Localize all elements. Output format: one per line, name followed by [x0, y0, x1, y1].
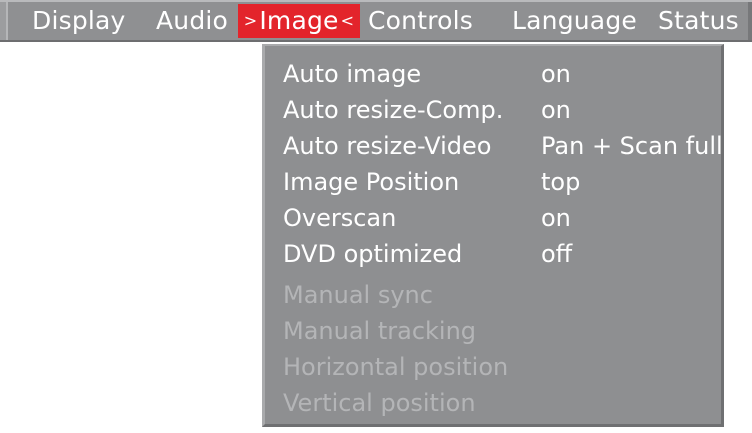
menu-item-label: Auto resize-Video: [283, 132, 492, 160]
tab-display[interactable]: Display: [32, 2, 126, 40]
menu-item-label: Manual sync: [283, 281, 433, 309]
menu-item-label: Horizontal position: [283, 353, 509, 381]
menu-bar-right-edge: [748, 2, 752, 40]
menu-item-label: Manual tracking: [283, 317, 477, 345]
tab-controls-label: Controls: [368, 6, 473, 35]
menu-item-value: top: [541, 168, 581, 196]
tab-audio-label: Audio: [156, 6, 229, 35]
menu-bar: Display Audio >Image < Controls Language …: [0, 0, 752, 42]
image-menu-dropdown: Auto image on Auto resize-Comp. on Auto …: [262, 44, 724, 427]
menu-item-label: Auto resize-Comp.: [283, 96, 504, 124]
menu-item-value: on: [541, 96, 571, 124]
menu-item-label: Overscan: [283, 204, 397, 232]
tab-language[interactable]: Language: [512, 2, 637, 40]
menu-item-label: Image Position: [283, 168, 460, 196]
menu-item-value: off: [541, 240, 573, 268]
tab-controls[interactable]: Controls: [368, 2, 473, 40]
menu-bar-left-edge: [0, 2, 8, 40]
tab-image[interactable]: >Image <: [238, 4, 360, 38]
tab-language-label: Language: [512, 6, 637, 35]
tab-audio[interactable]: Audio: [156, 2, 228, 40]
menu-item-value: on: [541, 204, 571, 232]
menu-item-value: Pan + Scan full: [541, 132, 723, 160]
menu-item-label: Vertical position: [283, 389, 476, 417]
menu-item-label: Auto image: [283, 60, 422, 88]
tab-status[interactable]: Status: [658, 2, 739, 40]
tab-status-label: Status: [658, 6, 739, 35]
tab-display-label: Display: [32, 6, 126, 35]
selection-marker-right-icon: <: [340, 11, 355, 30]
selection-marker-left-icon: >: [243, 11, 258, 30]
tab-image-label: Image: [259, 6, 339, 35]
menu-item-label: DVD optimized: [283, 240, 463, 268]
menu-item-value: on: [541, 60, 571, 88]
